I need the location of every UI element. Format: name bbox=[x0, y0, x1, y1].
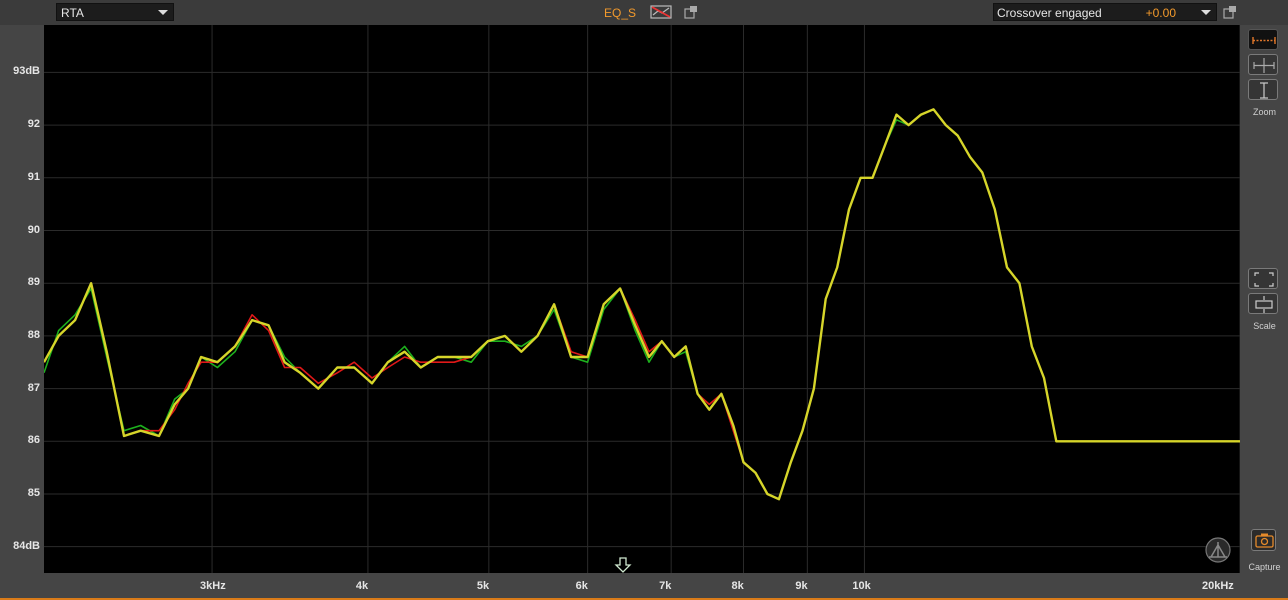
chevron-down-icon bbox=[1201, 10, 1211, 15]
x-tick-label: 6k bbox=[575, 580, 588, 592]
zoom-both-button[interactable] bbox=[1248, 54, 1278, 75]
camera-icon bbox=[1255, 533, 1274, 548]
y-tick-label: 85 bbox=[27, 486, 40, 499]
fit-screen-icon bbox=[1254, 272, 1274, 287]
capture-button[interactable] bbox=[1251, 529, 1276, 551]
x-tick-label: 7k bbox=[659, 580, 672, 592]
plot-curves bbox=[44, 108, 1240, 501]
rta-plot[interactable] bbox=[44, 25, 1240, 573]
popout-window-icon[interactable] bbox=[684, 5, 698, 19]
x-tick-label: 4k bbox=[355, 580, 369, 592]
scale-fit-button[interactable] bbox=[1248, 268, 1278, 289]
capture-label: Capture bbox=[1248, 562, 1281, 572]
crossover-select[interactable]: Crossover engaged +0.00 bbox=[993, 3, 1217, 21]
y-tick-label: 92 bbox=[27, 118, 40, 131]
x-tick-label: 10k bbox=[852, 580, 871, 592]
zoom-label: Zoom bbox=[1252, 107, 1276, 117]
scale-label: Scale bbox=[1253, 321, 1276, 331]
x-tick-label: 3kHz bbox=[200, 580, 226, 592]
y-tick-label: 87 bbox=[27, 381, 40, 394]
x-tick-label: 9k bbox=[795, 580, 808, 592]
plot-grid bbox=[44, 25, 1240, 573]
y-tick-label: 88 bbox=[27, 328, 40, 341]
frequency-marker-icon[interactable] bbox=[614, 556, 632, 574]
eq-set-label[interactable]: EQ_S bbox=[604, 6, 636, 20]
crossover-value: +0.00 bbox=[1145, 6, 1176, 20]
y-tick-label: 90 bbox=[27, 223, 40, 236]
view-mode-value: RTA bbox=[61, 6, 84, 20]
y-tick-label: 84dB bbox=[13, 539, 40, 552]
y-tick-label: 93dB bbox=[13, 65, 40, 78]
popout-window-icon[interactable] bbox=[1223, 5, 1237, 19]
scale-vertical-button[interactable] bbox=[1248, 293, 1278, 314]
curve-toggle-icon[interactable] bbox=[650, 5, 672, 19]
y-tick-label: 89 bbox=[27, 276, 40, 289]
series-line-yellow bbox=[44, 108, 1240, 501]
vertical-zoom-icon bbox=[1260, 82, 1268, 99]
brand-logo-icon bbox=[1205, 537, 1231, 563]
zoom-vertical-button[interactable] bbox=[1248, 79, 1278, 100]
horizontal-zoom-icon bbox=[1252, 37, 1276, 44]
x-tick-label: 20kHz bbox=[1202, 580, 1234, 592]
y-tick-label: 91 bbox=[27, 170, 40, 183]
view-mode-select[interactable]: RTA bbox=[56, 3, 174, 21]
x-tick-label: 5k bbox=[476, 580, 490, 592]
chevron-down-icon bbox=[158, 10, 168, 15]
y-tick-label: 86 bbox=[27, 434, 40, 447]
top-toolbar: RTA EQ_S Crossover engaged +0.00 bbox=[0, 0, 1288, 25]
x-tick-label: 8k bbox=[731, 580, 744, 592]
crossover-label: Crossover engaged bbox=[997, 6, 1102, 20]
right-sidebar: Zoom Scale Capture bbox=[1241, 25, 1288, 598]
zoom-horizontal-button[interactable] bbox=[1248, 29, 1278, 50]
vertical-scale-icon bbox=[1255, 296, 1273, 313]
zoom-both-icon bbox=[1253, 58, 1275, 73]
